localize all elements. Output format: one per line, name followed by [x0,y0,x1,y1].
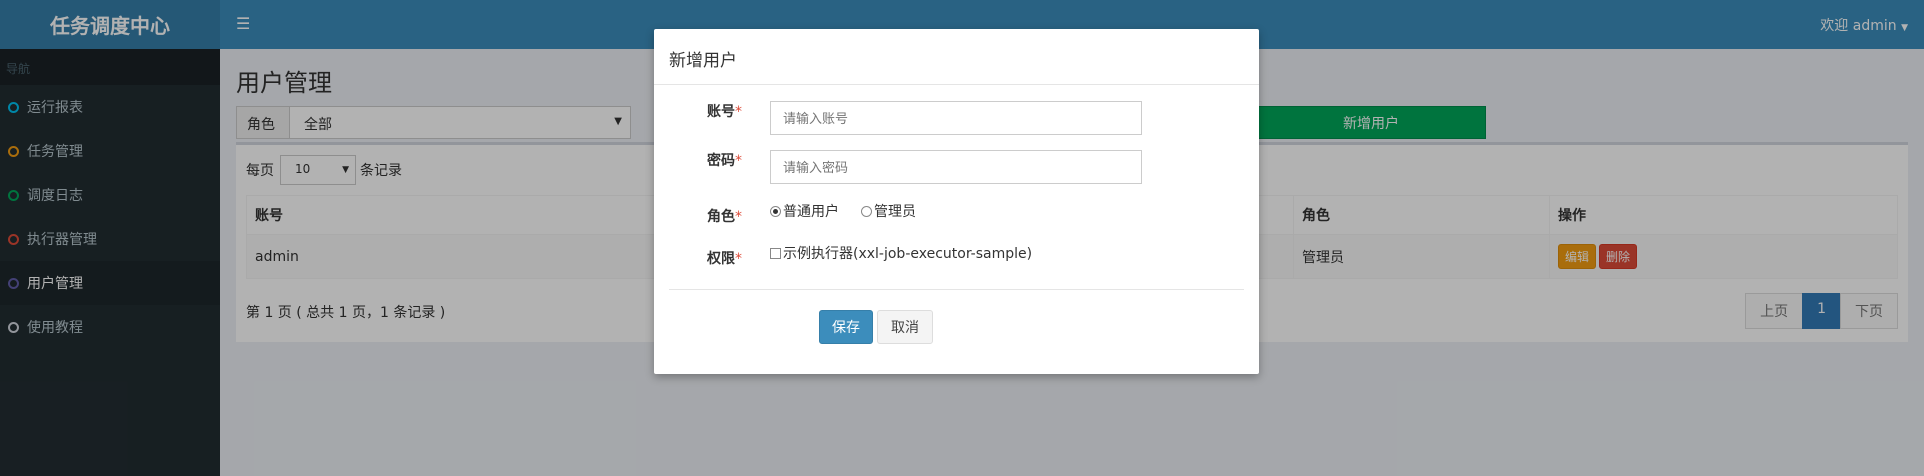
permission-row: 权限* [654,248,742,268]
role-label-text: 角色 [707,209,735,225]
required-mark: * [735,251,742,267]
password-label-text: 密码 [707,153,735,169]
save-button[interactable]: 保存 [819,310,873,344]
radio-admin-label[interactable]: 管理员 [874,201,916,221]
permission-option-label[interactable]: 示例执行器(xxl-job-executor-sample) [783,243,1032,263]
radio-normal-user[interactable] [770,205,781,217]
required-mark: * [735,209,742,225]
permission-label-text: 权限 [707,251,735,267]
role-row: 角色* [654,206,742,226]
account-label: 账号* [654,101,742,121]
account-label-text: 账号 [707,104,735,120]
required-mark: * [735,104,742,120]
password-row: 密码* [654,150,742,170]
cancel-button[interactable]: 取消 [877,310,933,344]
password-label: 密码* [654,150,742,170]
role-radio-group: 普通用户 管理员 [770,201,916,221]
permission-label: 权限* [654,248,742,268]
radio-admin[interactable] [861,205,872,217]
password-input[interactable] [770,150,1142,184]
account-row: 账号* [654,101,742,121]
modal-title: 新增用户 [654,29,1259,85]
permission-group: 示例执行器(xxl-job-executor-sample) [770,243,1032,263]
role-label: 角色* [654,206,742,226]
account-input[interactable] [770,101,1142,135]
permission-checkbox[interactable] [770,247,781,259]
modal-divider [669,289,1244,290]
required-mark: * [735,153,742,169]
add-user-modal: 新增用户 账号* 密码* 角色* 普通用户 管理员 权限* 示例执行器(xxl-… [654,29,1259,374]
radio-normal-user-label[interactable]: 普通用户 [783,201,839,221]
